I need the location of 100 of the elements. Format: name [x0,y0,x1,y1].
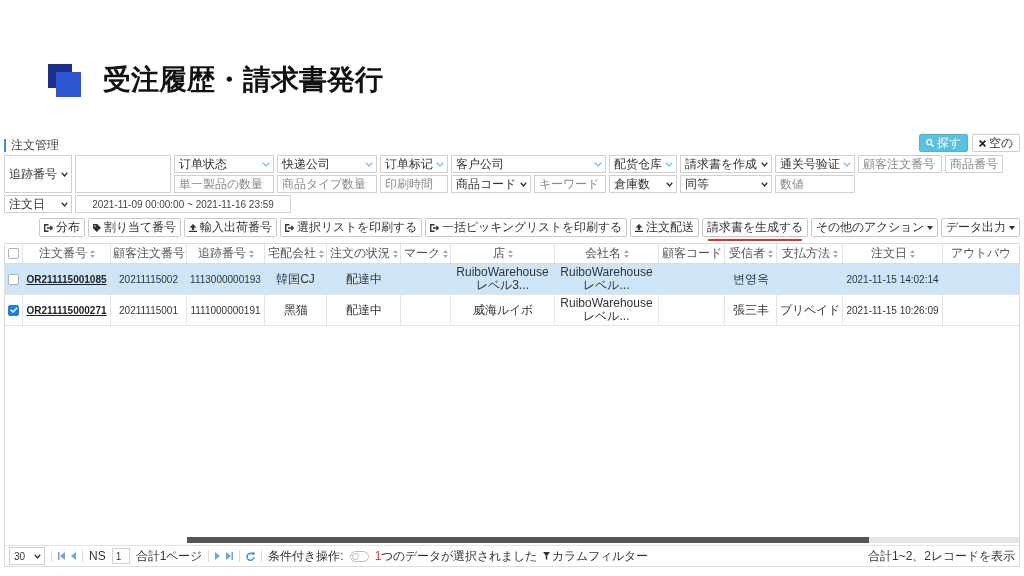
input-field[interactable]: 商品タイプ数量 [277,175,377,193]
input-field[interactable]: 顧客注文番号 [858,155,942,173]
toolbar-button[interactable]: 輸入出荷番号 [184,218,277,237]
table-cell: 변영옥 [725,264,777,294]
textarea-field[interactable] [75,155,171,193]
table-cell: 1111000000191 [187,295,265,325]
chevron-icon [594,161,602,167]
checkbox[interactable] [8,248,19,259]
caret-icon [34,553,41,559]
column-header: アウトバウ [950,245,1012,262]
sort-icon [248,249,254,258]
dropdown-field[interactable]: 請求書を作成 [680,155,772,173]
caret-icon [520,181,527,187]
page-size-dropdown[interactable]: 30 [9,547,45,565]
column-header: 顧客コード [659,244,725,263]
input-field[interactable]: 商品番号 [945,155,1003,173]
table-cell: 20211115001 [111,295,187,325]
upload-icon [189,223,197,232]
table-cell: RuiboWarehouseレベル... [555,264,659,294]
chevron-icon [436,161,444,167]
first-page-icon[interactable] [58,552,65,560]
logo-icon [48,63,81,97]
table-cell: 2021-11-15 10:26:09 [843,295,943,325]
table-row[interactable]: OR211115000271 20211115001 1111000000191 黑猫 配達中 威海ルイボ RuiboWarehouseレベル... 張三丰 プリペイド 2021-11-15 10:26:09 [5,295,1019,326]
conditional-label: 条件付き操作: [268,547,344,565]
toolbar-button[interactable]: データ出力 [941,218,1020,237]
dropdown-field[interactable]: 客户公司 [451,155,606,173]
input-field[interactable]: キーワード [534,175,606,193]
last-page-icon[interactable] [226,552,234,560]
toolbar-button[interactable]: 注文配送 [630,218,699,237]
exit-arrow-icon [285,223,294,232]
table-cell: 韓国CJ [265,264,327,294]
table-cell: 1113000000193 [187,264,265,294]
column-header[interactable]: 追跡番号 [187,244,265,263]
toolbar-button[interactable]: その他のアクション [811,218,938,237]
sort-icon [318,249,324,258]
upload-icon [635,223,643,232]
dropdown-field[interactable]: 追跡番号 [4,155,72,193]
toolbar-button[interactable]: 割り当て番号 [88,218,181,237]
clear-button[interactable]: 空の [972,134,1020,152]
dropdown-field[interactable]: 同等 [680,175,772,193]
column-filter-button[interactable]: カラムフィルター [543,547,649,565]
dropdown-field[interactable]: 快递公司 [277,155,377,173]
checkmark-icon [9,307,18,313]
sort-icon [767,249,773,258]
toolbar-button[interactable]: 分布 [39,218,85,237]
page-number-field[interactable]: 1 [111,548,130,564]
dropdown-field[interactable]: 配货仓库 [609,155,677,173]
scrollbar-thumb[interactable] [187,537,870,543]
table-row[interactable]: OR211115001085 20211115002 1113000000193 韓国CJ 配達中 RuiboWarehouseレベル3... RuiboWarehouseレベル... 변영옥 2021-11-15 14:02:14 [5,264,1019,295]
toolbar-button[interactable]: 一括ピッキングリストを印刷する [425,218,627,237]
checkbox[interactable] [8,304,19,316]
tag-icon [93,223,101,232]
dropdown-field[interactable]: 订单状态 [174,155,274,173]
order-number-link[interactable]: OR211115001085 [26,272,107,286]
sort-icon [442,249,448,258]
sort-icon [392,249,398,258]
caret-icon [761,181,768,187]
caret-icon [927,225,933,230]
toggle-switch[interactable] [349,550,369,562]
table-cell: 配達中 [327,295,401,325]
table-cell: 威海ルイボ [451,295,555,325]
refresh-icon[interactable] [246,551,256,561]
column-header[interactable]: 宅配会社 [265,244,327,263]
close-icon [979,139,986,147]
order-number-link[interactable]: OR211115000271 [26,303,107,317]
panel-title: 注文管理 [4,139,59,152]
dropdown-field[interactable]: 倉庫数 [609,175,677,193]
column-header[interactable]: 支払方法 [777,244,843,263]
toolbar-button[interactable]: 請求書を生成する [702,218,808,237]
column-header[interactable]: 受信者 [725,244,777,263]
column-header[interactable]: 注文日 [843,244,943,263]
input-field[interactable]: 単一製品の数量 [174,175,274,193]
date-range-field[interactable]: 2021-11-09 00:00:00 ~ 2021-11-16 23:59 [75,195,291,213]
next-page-icon[interactable] [215,552,221,560]
column-header[interactable]: 会社名 [555,244,659,263]
column-header: 顧客注文番号 [111,244,187,263]
column-header[interactable]: 店 [451,244,555,263]
dropdown-field[interactable]: 通关号验证 [775,155,855,173]
sort-icon [89,249,95,258]
column-header[interactable]: マーク [401,244,451,263]
toolbar-button[interactable]: 選択リストを印刷する [280,218,422,237]
previous-page-icon[interactable] [71,552,76,560]
dropdown-field[interactable]: 商品コード [451,175,531,193]
input-field[interactable]: 数値 [775,175,855,193]
table-cell: 2021-11-15 14:02:14 [843,264,943,294]
dropdown-field[interactable]: 订单标记 [380,155,448,173]
column-header[interactable]: 注文の状況 [327,244,401,263]
exit-arrow-icon [44,223,53,232]
chevron-icon [365,161,373,167]
table-cell: プリペイド [777,295,843,325]
input-field[interactable]: 印刷時間 [380,175,448,193]
column-header[interactable]: 注文番号 [23,244,111,263]
caret-icon [1009,225,1015,230]
checkbox[interactable] [8,273,19,285]
caret-icon [61,171,68,177]
chevron-icon [262,161,270,167]
dropdown-field[interactable]: 注文日 [4,195,72,213]
search-icon [926,139,934,147]
page-label: NS [89,549,106,563]
